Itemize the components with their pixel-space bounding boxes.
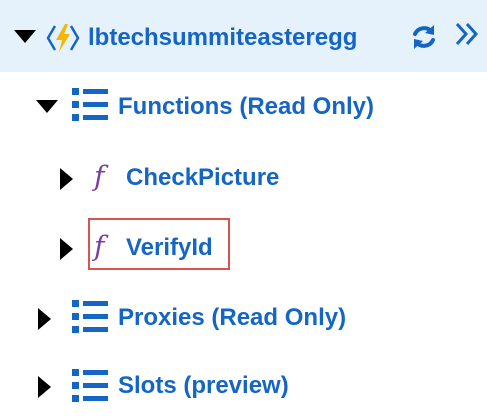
function-f-icon: ƒ (88, 160, 114, 197)
collapse-panel-icon[interactable] (454, 20, 480, 53)
caret-expanded-icon[interactable] (36, 100, 58, 119)
tree-node-proxies[interactable]: Proxies (Read Only) (0, 284, 487, 352)
function-item-label: CheckPicture (126, 164, 280, 191)
tree-node-functions[interactable]: Functions (Read Only) (0, 72, 487, 142)
tree-node-slots[interactable]: Slots (preview) (0, 352, 487, 417)
caret-collapsed-icon[interactable] (38, 308, 52, 335)
slots-label: Slots (preview) (118, 372, 289, 399)
caret-collapsed-icon[interactable] (38, 376, 52, 403)
explorer-tree: lbtechsummiteasteregg Functions (Read On… (0, 0, 487, 417)
proxies-label: Proxies (Read Only) (118, 304, 347, 331)
selection-highlight (88, 218, 230, 270)
list-icon (72, 367, 108, 408)
caret-expanded-icon[interactable] (14, 30, 36, 49)
list-icon (72, 86, 108, 127)
caret-collapsed-icon[interactable] (60, 168, 74, 195)
tree-node-function-verifyid[interactable]: ƒ VerifyId (0, 214, 487, 284)
list-icon (72, 298, 108, 339)
caret-collapsed-icon[interactable] (60, 238, 74, 265)
svg-text:ƒ: ƒ (92, 160, 109, 192)
tree-node-root[interactable]: lbtechsummiteasteregg (0, 0, 487, 72)
tree-node-function-checkpicture[interactable]: ƒ CheckPicture (0, 142, 487, 214)
function-app-icon (46, 22, 80, 59)
root-label: lbtechsummiteasteregg (88, 24, 358, 51)
refresh-icon[interactable] (410, 23, 438, 56)
functions-label: Functions (Read Only) (118, 93, 375, 120)
